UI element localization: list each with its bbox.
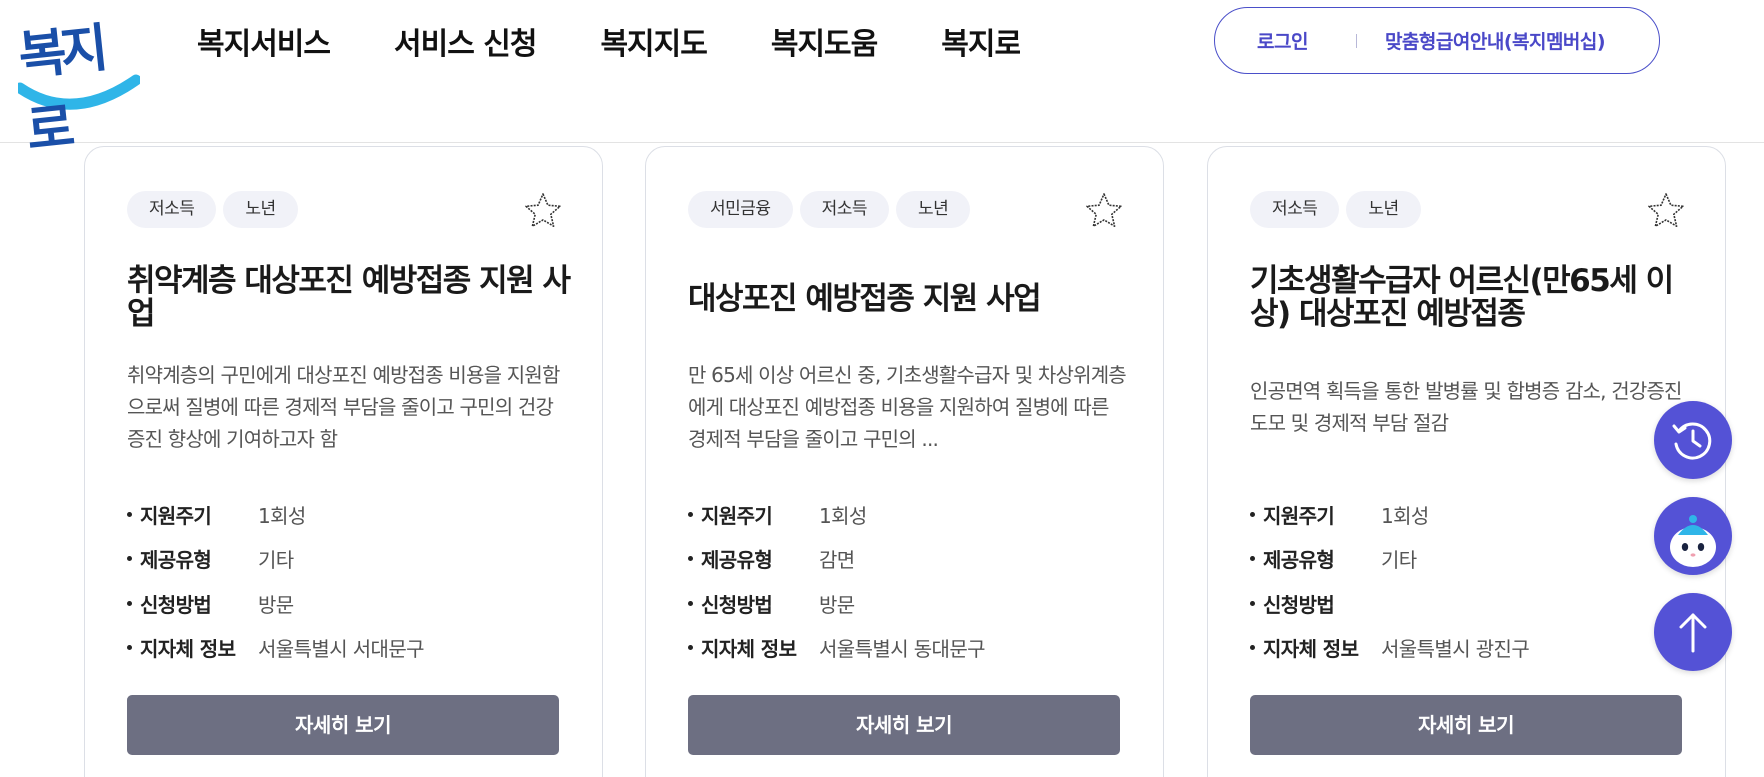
recent-history-button[interactable] <box>1654 401 1732 479</box>
info-label: 제공유형 <box>1263 548 1335 573</box>
scroll-to-top-button[interactable] <box>1654 593 1732 671</box>
bullet <box>127 645 132 651</box>
detail-button[interactable]: 자세히 보기 <box>1250 695 1682 755</box>
info-label: 지원주기 <box>701 503 773 528</box>
chatbot-mascot-icon <box>1670 515 1716 567</box>
info-value: 감면 <box>819 548 855 573</box>
service-card: 저소득 노년 기초생활수급자 어르신(만65세 이상) 대상포진 예방접종 인공… <box>1207 146 1726 777</box>
info-row: 신청방법 방문 <box>688 581 1128 626</box>
info-row: 제공유형 기타 <box>127 537 567 582</box>
card-tags: 서민금융 저소득 노년 <box>688 191 971 228</box>
tag: 노년 <box>895 191 971 228</box>
history-icon <box>1672 422 1712 460</box>
info-row: 신청방법 방문 <box>127 581 567 626</box>
bullet <box>1250 556 1255 562</box>
info-label: 지원주기 <box>140 503 212 528</box>
info-row: 지원주기 1회성 <box>1250 492 1690 537</box>
card-tags: 저소득 노년 <box>1250 191 1421 228</box>
info-value: 기타 <box>258 548 294 573</box>
info-value: 1회성 <box>1381 503 1429 528</box>
site-header: 복지로 복지서비스 서비스 신청 복지지도 복지도움 복지로소개 로그인 맞춤형급여안내… <box>0 0 1764 162</box>
info-value: 기타 <box>1381 548 1417 573</box>
card-title[interactable]: 취약계층 대상포진 예방접종 지원 사업 <box>127 265 577 331</box>
arrow-up-icon <box>1679 613 1707 653</box>
main-nav: 복지서비스 서비스 신청 복지지도 복지도움 복지로소개 <box>197 22 1020 72</box>
info-row: 지원주기 1회성 <box>127 492 567 537</box>
site-logo[interactable]: 복지로 <box>16 6 140 162</box>
info-row: 제공유형 감면 <box>688 537 1128 582</box>
bullet <box>1250 645 1255 651</box>
login-divider <box>1355 33 1357 48</box>
star-favorite-icon[interactable] <box>523 191 563 231</box>
info-row: 지자체 정보 서울특별시 광진구 <box>1250 626 1690 671</box>
info-label: 지자체 정보 <box>140 637 236 662</box>
info-value: 방문 <box>258 592 294 617</box>
info-row: 신청방법 <box>1250 581 1690 626</box>
bullet <box>688 511 693 517</box>
bullet <box>688 600 693 606</box>
logo-text: 복지로 <box>15 18 106 162</box>
card-info-list: 지원주기 1회성 제공유형 기타 신청방법 방문 지자체 정보 서울특별시 서대문구 <box>127 492 567 670</box>
bullet <box>127 556 132 562</box>
bullet <box>688 556 693 562</box>
info-value: 서울특별시 광진구 <box>1381 637 1530 662</box>
bullet <box>1250 600 1255 606</box>
card-title[interactable]: 대상포진 예방접종 지원 사업 <box>688 283 1138 316</box>
info-label: 신청방법 <box>701 592 773 617</box>
bullet <box>127 600 132 606</box>
info-label: 신청방법 <box>1263 592 1335 617</box>
info-row: 지자체 정보 서울특별시 동대문구 <box>688 626 1128 671</box>
tag: 저소득 <box>799 191 889 228</box>
membership-link[interactable]: 맞춤형급여안내(복지멤버십) <box>1385 27 1606 54</box>
card-info-list: 지원주기 1회성 제공유형 기타 신청방법 지자체 정보 서울특별시 광진구 <box>1250 492 1690 670</box>
bullet <box>127 511 132 517</box>
nav-item-welfare-service[interactable]: 복지서비스 <box>197 22 331 68</box>
info-row: 제공유형 기타 <box>1250 537 1690 582</box>
info-label: 신청방법 <box>140 592 212 617</box>
bullet <box>688 645 693 651</box>
card-title[interactable]: 기초생활수급자 어르신(만65세 이상) 대상포진 예방접종 <box>1250 265 1700 331</box>
detail-button[interactable]: 자세히 보기 <box>688 695 1120 755</box>
star-favorite-icon[interactable] <box>1084 191 1124 231</box>
star-favorite-icon[interactable] <box>1646 191 1686 231</box>
info-label: 지원주기 <box>1263 503 1335 528</box>
info-label: 지자체 정보 <box>701 637 797 662</box>
nav-item-about[interactable]: 복지로소개 <box>941 22 1020 68</box>
chatbot-button[interactable] <box>1654 497 1732 575</box>
card-description: 만 65세 이상 어르신 중, 기초생활수급자 및 차상위계층에게 대상포진 예… <box>688 363 1127 451</box>
bullet <box>1250 511 1255 517</box>
info-value: 방문 <box>819 592 855 617</box>
detail-button[interactable]: 자세히 보기 <box>127 695 559 755</box>
tag: 노년 <box>223 191 298 228</box>
info-value: 서울특별시 서대문구 <box>258 637 425 662</box>
info-label: 제공유형 <box>140 548 212 573</box>
info-row: 지원주기 1회성 <box>688 492 1128 537</box>
card-tags: 저소득 노년 <box>127 191 298 228</box>
nav-item-welfare-help[interactable]: 복지도움 <box>771 22 878 68</box>
info-row: 지자체 정보 서울특별시 서대문구 <box>127 626 567 671</box>
tag: 노년 <box>1346 191 1421 228</box>
card-info-list: 지원주기 1회성 제공유형 감면 신청방법 방문 지자체 정보 서울특별시 동대문구 <box>688 492 1128 670</box>
card-description: 취약계층의 구민에게 대상포진 예방접종 비용을 지원함으로써 질병에 따른 경… <box>127 363 560 451</box>
tag: 서민금융 <box>688 191 793 228</box>
info-value: 1회성 <box>258 503 306 528</box>
card-description: 인공면역 획득을 통한 발병률 및 합병증 감소, 건강증진 도모 및 경제적 … <box>1250 379 1682 435</box>
info-value: 1회성 <box>819 503 867 528</box>
login-link[interactable]: 로그인 <box>1257 27 1308 54</box>
nav-item-welfare-map[interactable]: 복지지도 <box>600 22 707 68</box>
service-card: 저소득 노년 취약계층 대상포진 예방접종 지원 사업 취약계층의 구민에게 대… <box>84 146 603 777</box>
tag: 저소득 <box>1250 191 1340 228</box>
tag: 저소득 <box>127 191 217 228</box>
info-label: 지자체 정보 <box>1263 637 1359 662</box>
info-label: 제공유형 <box>701 548 773 573</box>
info-value: 서울특별시 동대문구 <box>819 637 986 662</box>
nav-item-service-apply[interactable]: 서비스 신청 <box>394 22 537 68</box>
login-area: 로그인 맞춤형급여안내(복지멤버십) <box>1214 7 1660 74</box>
service-card: 서민금융 저소득 노년 대상포진 예방접종 지원 사업 만 65세 이상 어르신… <box>645 146 1164 777</box>
